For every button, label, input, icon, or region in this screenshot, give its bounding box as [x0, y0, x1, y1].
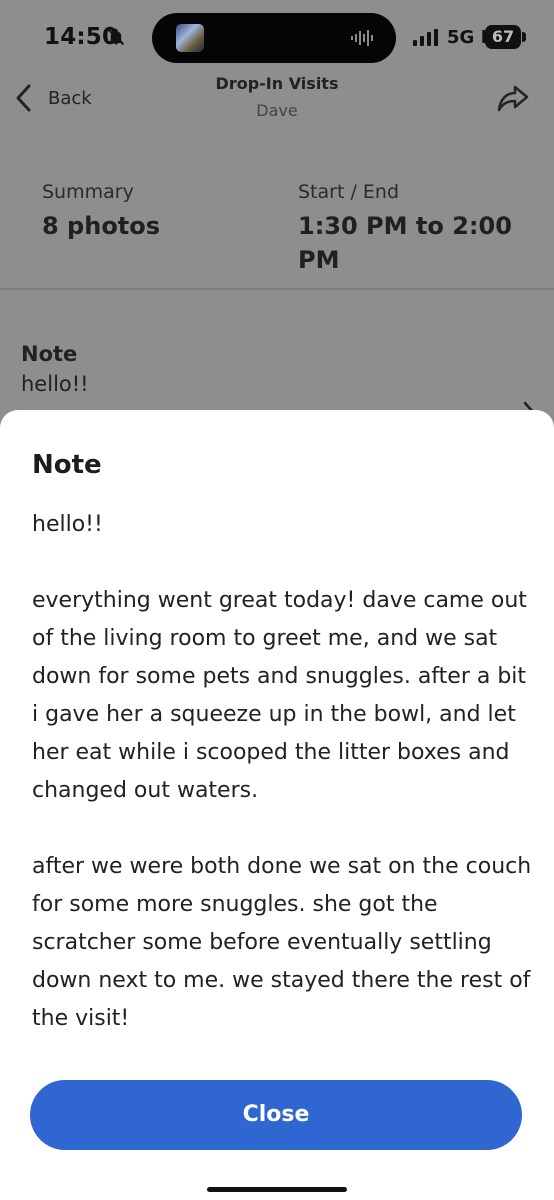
battery-level: 67: [485, 25, 521, 49]
photo-summary: Summary 8 photos: [42, 178, 160, 243]
dynamic-island: [152, 13, 396, 63]
page-subtitle: Dave: [256, 101, 298, 120]
share-icon[interactable]: [496, 82, 530, 114]
bell-off-icon: [108, 28, 124, 45]
page-title-group: Drop-In Visits Dave: [0, 72, 554, 126]
status-bar: 14:50 5G E 67: [0, 0, 554, 70]
summary-label: Summary: [42, 181, 134, 203]
background-note-text: hello!!: [21, 372, 89, 396]
home-indicator: [207, 1187, 347, 1192]
summary-divider: [0, 288, 554, 290]
note-sheet-title: Note: [32, 450, 102, 480]
background-note-title: Note: [21, 342, 78, 366]
page-title: Drop-In Visits: [215, 74, 339, 93]
navigation-bar: Back Drop-In Visits Dave: [0, 68, 554, 136]
start-end-label: Start / End: [298, 181, 400, 203]
note-body: hello!! everything went great today! dav…: [32, 506, 532, 1076]
media-thumbnail-icon: [176, 24, 204, 52]
visit-time-range: 1:30 PM to 2:00 PM: [298, 212, 512, 274]
close-button[interactable]: Close: [30, 1080, 522, 1150]
visit-summary: Summary 8 photos Start / End 1:30 PM to …: [0, 160, 554, 274]
battery-cap: [522, 32, 526, 42]
note-paragraph: hello!!: [32, 512, 103, 537]
background-note-preview[interactable]: Note hello!!: [21, 340, 89, 401]
photo-count: 8 photos: [42, 212, 161, 240]
signal-icon: [413, 29, 438, 46]
note-sheet: Note hello!! everything went great today…: [0, 410, 554, 1200]
waveform-icon: [351, 30, 373, 46]
visit-time-summary: Start / End 1:30 PM to 2:00 PM: [298, 178, 554, 277]
note-paragraph: after we were both done we sat on the co…: [32, 854, 532, 1031]
note-paragraph: everything went great today! dave came o…: [32, 588, 527, 803]
